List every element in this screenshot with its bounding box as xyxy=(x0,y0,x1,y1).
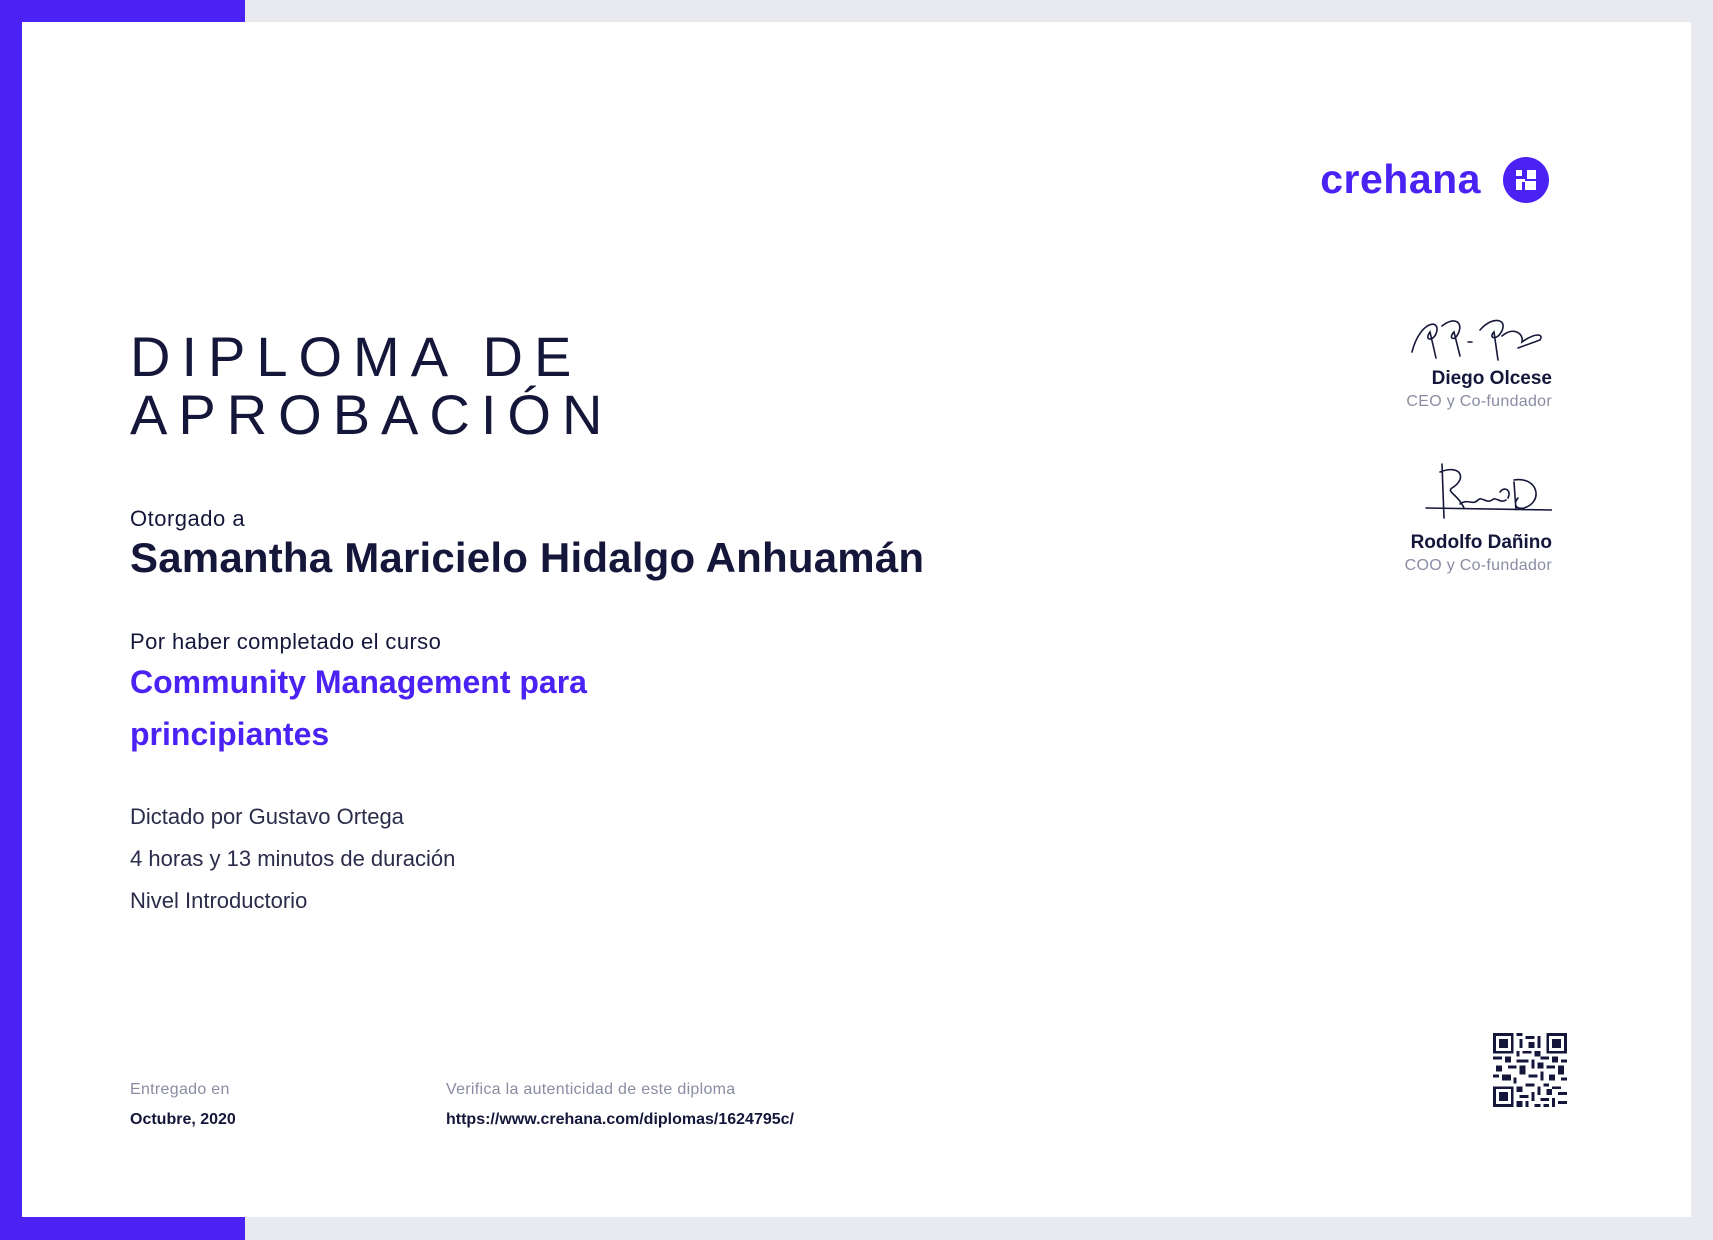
course-title-line-2: principiantes xyxy=(130,716,330,752)
level-text: Nivel Introductorio xyxy=(130,888,308,913)
crehana-logo-icon xyxy=(1503,156,1549,203)
issued-date: Octubre, 2020 xyxy=(130,1111,236,1128)
accent-bar-bottom xyxy=(0,1217,245,1240)
instructor-text: Dictado por Gustavo Ortega xyxy=(130,804,404,829)
brand-wordmark: crehana xyxy=(1320,156,1481,202)
signature-ceo xyxy=(1411,319,1542,361)
verify-label: Verifica la autenticidad de este diploma xyxy=(446,1081,736,1098)
course-title-line-1: Community Management para xyxy=(130,664,587,700)
course-label: Por haber completado el curso xyxy=(130,629,442,654)
signatory-name: Diego Olcese xyxy=(1431,368,1552,389)
signatory-role: COO y Co-fundador xyxy=(1404,557,1552,574)
signatory-name: Rodolfo Dañino xyxy=(1410,532,1552,553)
title-line-2: APROBACIÓN xyxy=(130,383,614,446)
verify-link[interactable]: https://www.crehana.com/diplomas/1624795… xyxy=(446,1111,794,1129)
signatory-coo: Rodolfo Dañino COO y Co-fundador xyxy=(1292,462,1552,575)
accent-bar-left xyxy=(0,0,22,1240)
brand-logo: crehana xyxy=(1320,156,1549,203)
qr-code-icon[interactable] xyxy=(1493,1033,1567,1107)
signature-coo xyxy=(1425,463,1552,519)
issued-label: Entregado en xyxy=(130,1081,230,1098)
course-title: Community Management para principiantes xyxy=(130,656,750,760)
diploma-sheet: crehana DIPLOMA DE APROBACIÓN Otorgado a… xyxy=(22,22,1691,1217)
student-name: Samantha Maricielo Hidalgo Anhuamán xyxy=(130,534,925,581)
accent-bar-top xyxy=(0,0,245,22)
diploma-title: DIPLOMA DE APROBACIÓN xyxy=(130,328,613,444)
signatory-role: CEO y Co-fundador xyxy=(1406,393,1552,410)
awarded-label: Otorgado a xyxy=(130,506,246,531)
signatory-ceo: Diego Olcese CEO y Co-fundador xyxy=(1292,312,1552,411)
title-line-1: DIPLOMA DE xyxy=(130,325,583,388)
duration-text: 4 horas y 13 minutos de duración xyxy=(130,846,456,871)
